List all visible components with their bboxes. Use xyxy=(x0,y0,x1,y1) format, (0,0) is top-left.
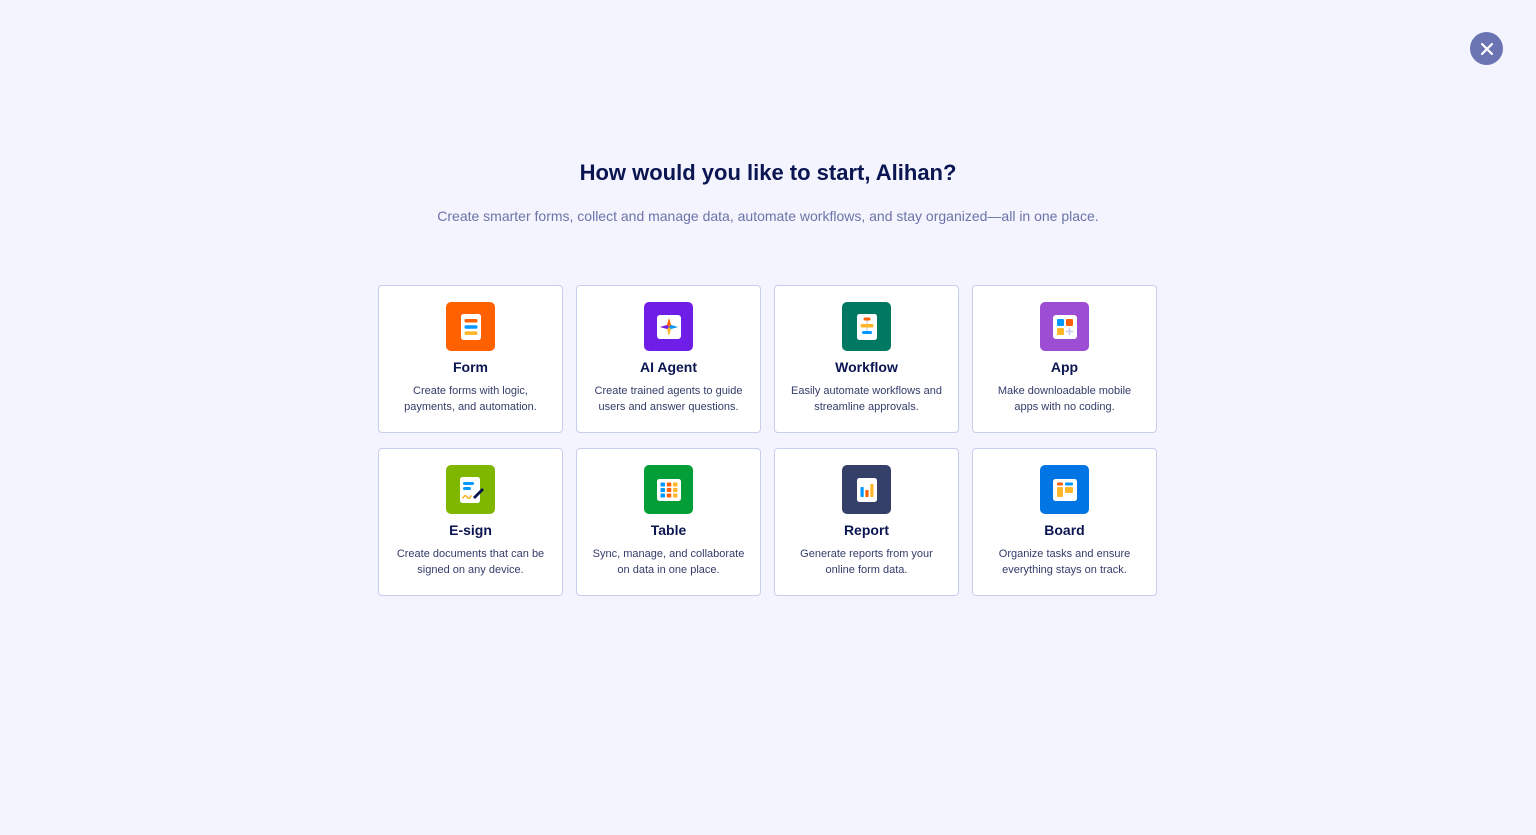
card-report[interactable]: Report Generate reports from your online… xyxy=(774,448,959,596)
card-board[interactable]: Board Organize tasks and ensure everythi… xyxy=(972,448,1157,596)
card-title: AI Agent xyxy=(639,359,698,375)
card-e-sign[interactable]: E-sign Create documents that can be sign… xyxy=(378,448,563,596)
card-title: Board xyxy=(1044,522,1085,538)
report-icon xyxy=(842,465,891,514)
card-grid: Form Create forms with logic, payments, … xyxy=(378,285,1158,596)
card-description: Organize tasks and ensure everything sta… xyxy=(998,548,1131,576)
e-sign-icon xyxy=(446,465,495,514)
card-description: Create documents that can be signed on a… xyxy=(396,548,545,576)
card-workflow[interactable]: Workflow Easily automate workflows and s… xyxy=(774,285,959,433)
card-description: Sync, manage, and collaborate on data in… xyxy=(592,548,745,576)
app-icon xyxy=(1040,302,1089,351)
card-app[interactable]: App Make downloadable mobile apps with n… xyxy=(972,285,1157,433)
card-title: Report xyxy=(843,522,890,538)
card-description: Make downloadable mobile apps with no co… xyxy=(997,385,1132,413)
card-title: Form xyxy=(453,359,488,375)
page-title: How would you like to start, Alihan? xyxy=(579,160,957,185)
workflow-icon xyxy=(842,302,891,351)
close-button[interactable] xyxy=(1470,32,1503,65)
ai-agent-icon xyxy=(644,302,693,351)
card-title: E-sign xyxy=(449,522,492,538)
card-description: Easily automate workflows and streamline… xyxy=(790,385,942,413)
table-icon xyxy=(644,465,693,514)
card-title: Table xyxy=(650,522,687,538)
card-title: App xyxy=(1050,359,1079,375)
card-ai-agent[interactable]: AI Agent Create trained agents to guide … xyxy=(576,285,761,433)
card-table[interactable]: Table Sync, manage, and collaborate on d… xyxy=(576,448,761,596)
form-icon xyxy=(446,302,495,351)
card-description: Generate reports from your online form d… xyxy=(800,548,933,576)
card-title: Workflow xyxy=(835,359,898,375)
card-description: Create forms with logic, payments, and a… xyxy=(404,385,537,413)
card-form[interactable]: Form Create forms with logic, payments, … xyxy=(378,285,563,433)
page-subtitle: Create smarter forms, collect and manage… xyxy=(437,208,1099,224)
board-icon xyxy=(1040,465,1089,514)
close-icon xyxy=(1480,42,1493,55)
card-description: Create trained agents to guide users and… xyxy=(594,385,743,413)
